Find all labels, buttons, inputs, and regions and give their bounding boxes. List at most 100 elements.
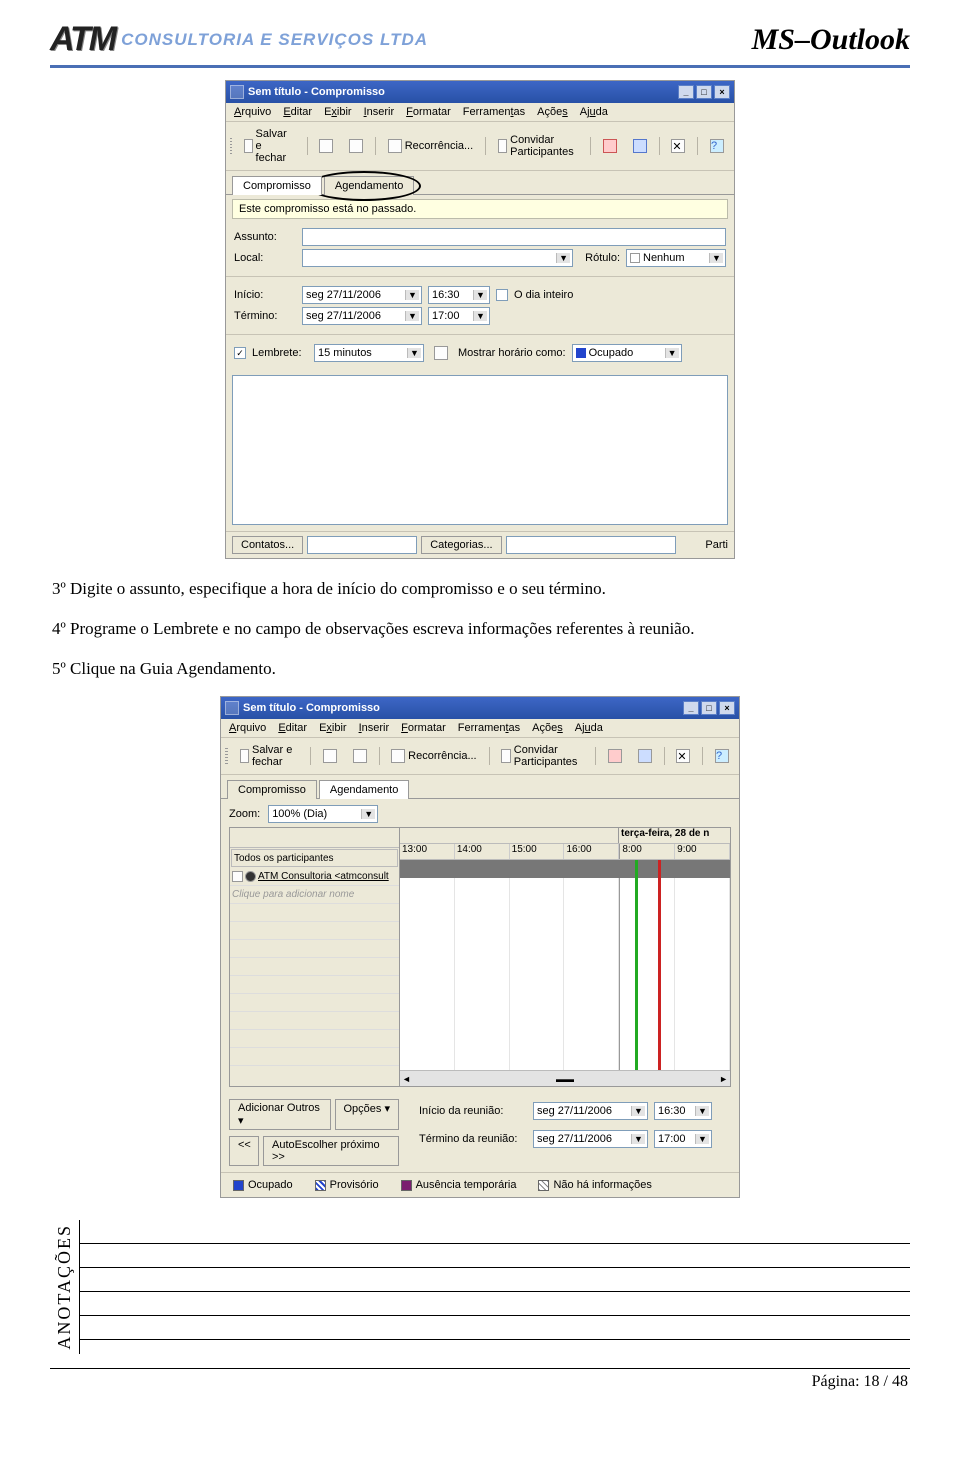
importance-low-button[interactable] — [632, 746, 658, 766]
end-label: Término: — [234, 310, 296, 322]
start-date-combo[interactable]: seg 27/11/2006▼ — [302, 286, 422, 304]
importance-low-button[interactable] — [627, 136, 653, 156]
attach-button[interactable] — [343, 136, 369, 156]
meeting-start-label: Início da reunião: — [419, 1105, 527, 1117]
close-button[interactable]: × — [714, 85, 730, 99]
end-marker[interactable] — [658, 860, 661, 1070]
menu-editar[interactable]: Editar — [283, 106, 312, 118]
showas-combo[interactable]: Ocupado▼ — [572, 344, 682, 362]
menu-ajuda[interactable]: Ajuda — [575, 722, 603, 734]
tab-appointment-2[interactable]: Compromisso — [227, 780, 317, 799]
window-icon — [230, 85, 244, 99]
step-5-text: 5º Clique na Guia Agendamento. — [52, 657, 908, 681]
save-close-button[interactable]: Salvar e fechar — [238, 125, 300, 167]
meeting-start-time[interactable]: 16:30▼ — [654, 1102, 712, 1120]
add-participant-row[interactable]: Clique para adicionar nome — [230, 886, 399, 904]
menu-exibir[interactable]: Exibir — [319, 722, 347, 734]
location-combo[interactable]: ▼ — [302, 249, 573, 267]
end-date-combo[interactable]: seg 27/11/2006▼ — [302, 307, 422, 325]
help-button[interactable]: ? — [709, 746, 735, 766]
menu-ferramentas[interactable]: Ferramentas — [458, 722, 520, 734]
importance-high-button[interactable] — [602, 746, 628, 766]
tab-scheduling-2[interactable]: Agendamento — [319, 780, 410, 799]
menu-arquivo[interactable]: Arquivo — [229, 722, 266, 734]
menu-editar[interactable]: Editar — [278, 722, 307, 734]
form-reminder: ✓ Lembrete: 15 minutos▼ Mostrar horário … — [226, 337, 734, 369]
add-others-button[interactable]: Adicionar Outros ▾ — [229, 1099, 331, 1130]
x-icon: ✕ — [671, 139, 685, 153]
invite-button[interactable]: Convidar Participantes — [492, 131, 585, 161]
horizontal-scrollbar[interactable]: ◄▬▬► — [400, 1070, 730, 1086]
notes-label: ANOTAÇÕES — [50, 1220, 79, 1354]
meeting-end-date[interactable]: seg 27/11/2006▼ — [533, 1130, 648, 1148]
autopick-prev-button[interactable]: << — [229, 1136, 259, 1166]
step-3-text: 3º Digite o assunto, especifique a hora … — [52, 577, 908, 601]
participant-row[interactable]: ATM Consultoria <atmconsult — [230, 868, 399, 886]
time-cell: 15:00 — [510, 844, 565, 859]
recurrence-button[interactable]: Recorrência... — [385, 746, 482, 766]
window-titlebar: Sem título - Compromisso _ □ × — [226, 81, 734, 103]
page-number: Página: 18 / 48 — [50, 1369, 910, 1395]
end-time-combo[interactable]: 17:00▼ — [428, 307, 490, 325]
legend-row: Ocupado Provisório Ausência temporária N… — [221, 1172, 739, 1197]
menu-ajuda[interactable]: Ajuda — [580, 106, 608, 118]
options-button[interactable]: Opções ▾ — [335, 1099, 400, 1130]
importance-high-button[interactable] — [597, 136, 623, 156]
info-bar: Este compromisso está no passado. — [232, 199, 728, 219]
menu-formatar[interactable]: Formatar — [406, 106, 451, 118]
meeting-end-time[interactable]: 17:00▼ — [654, 1130, 712, 1148]
print-button[interactable] — [317, 746, 343, 766]
contacts-input[interactable] — [307, 536, 417, 554]
meeting-start-date[interactable]: seg 27/11/2006▼ — [533, 1102, 648, 1120]
start-marker[interactable] — [635, 860, 638, 1070]
print-button[interactable] — [313, 136, 339, 156]
tab-scheduling[interactable]: Agendamento — [324, 176, 415, 195]
autopick-next-button[interactable]: AutoEscolher próximo >> — [263, 1136, 399, 1166]
legend-busy: Ocupado — [233, 1179, 293, 1191]
contacts-button[interactable]: Contatos... — [232, 536, 303, 554]
step-4-text: 4º Programe o Lembrete e no campo de obs… — [52, 617, 908, 641]
recurrence-icon — [391, 749, 405, 763]
close-button[interactable]: × — [719, 701, 735, 715]
maximize-button[interactable]: □ — [696, 85, 712, 99]
recurrence-button[interactable]: Recorrência... — [382, 136, 479, 156]
menu-acoes[interactable]: Ações — [532, 722, 563, 734]
tab-appointment[interactable]: Compromisso — [232, 176, 322, 195]
schedule-grid-area[interactable] — [400, 860, 730, 1070]
screenshot-scheduling: Sem título - Compromisso _ □ × Arquivo E… — [220, 696, 740, 1198]
subject-input[interactable] — [302, 228, 726, 246]
menu-formatar[interactable]: Formatar — [401, 722, 446, 734]
categories-button[interactable]: Categorias... — [421, 536, 501, 554]
invite-button[interactable]: Convidar Participantes — [495, 741, 589, 771]
delete-button[interactable]: ✕ — [665, 136, 691, 156]
menu-acoes[interactable]: Ações — [537, 106, 568, 118]
header-title: MS–Outlook — [752, 23, 910, 57]
menu-ferramentas[interactable]: Ferramentas — [463, 106, 525, 118]
zoom-combo[interactable]: 100% (Dia)▼ — [268, 805, 378, 823]
page-header: ATM CONSULTORIA E SERVIÇOS LTDA MS–Outlo… — [50, 20, 910, 68]
notes-textarea[interactable] — [232, 375, 728, 525]
allday-checkbox[interactable] — [496, 289, 508, 301]
help-button[interactable]: ? — [704, 136, 730, 156]
delete-button[interactable]: ✕ — [670, 746, 696, 766]
reminder-combo[interactable]: 15 minutos▼ — [314, 344, 424, 362]
rotulo-combo[interactable]: Nenhum▼ — [626, 249, 726, 267]
menu-exibir[interactable]: Exibir — [324, 106, 352, 118]
menu-arquivo[interactable]: Arquivo — [234, 106, 271, 118]
menu-inserir[interactable]: Inserir — [359, 722, 390, 734]
sound-icon[interactable] — [434, 346, 448, 360]
time-grid: terça-feira, 28 de n 13:00 14:00 15:00 1… — [400, 828, 730, 1086]
minimize-button[interactable]: _ — [683, 701, 699, 715]
maximize-button[interactable]: □ — [701, 701, 717, 715]
minimize-button[interactable]: _ — [678, 85, 694, 99]
categories-input[interactable] — [506, 536, 676, 554]
help-icon: ? — [710, 139, 724, 153]
print-icon — [319, 139, 333, 153]
invite-icon — [501, 749, 511, 763]
recurrence-icon — [388, 139, 402, 153]
menu-inserir[interactable]: Inserir — [364, 106, 395, 118]
attach-button[interactable] — [347, 746, 373, 766]
save-close-button[interactable]: Salvar e fechar — [234, 741, 304, 771]
start-time-combo[interactable]: 16:30▼ — [428, 286, 490, 304]
reminder-checkbox[interactable]: ✓ — [234, 347, 246, 359]
